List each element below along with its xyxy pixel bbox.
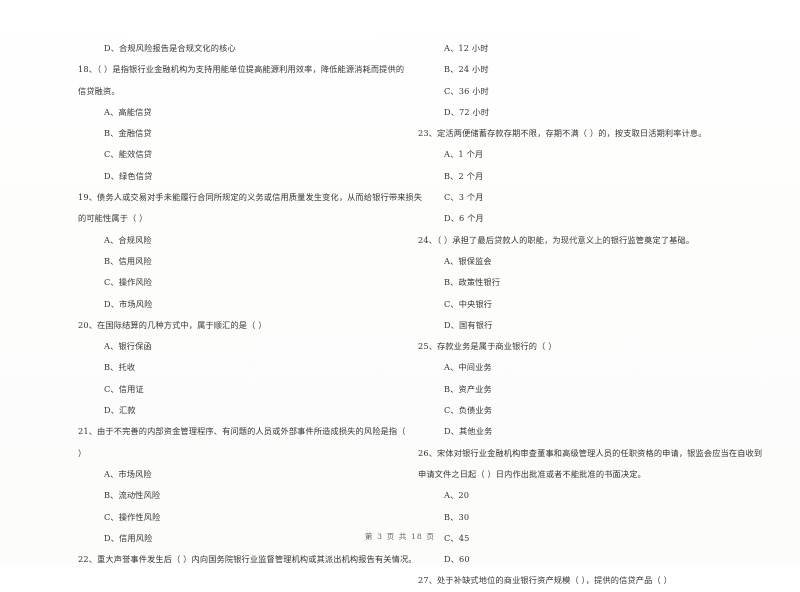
answer-option: C、3 个月	[444, 192, 484, 203]
right-text-column: A、12 小时 B、24 小时 C、36 小时 D、72 小时 23、定活两便储蓄存款存…	[418, 38, 763, 592]
answer-option: B、流动性风险	[104, 490, 161, 501]
answer-option: B、托收	[104, 362, 136, 373]
left-text-column: D、合规风险报告是合规文化的核心 18、（ ）是指银行业金融机构为支持用能单位提高…	[78, 38, 423, 570]
question-text-continuation: 申请文件之日起（ ）日内作出批准或者不能批准的书面决定。	[418, 468, 646, 479]
answer-option: B、30	[444, 511, 470, 522]
question-text: 22、重大声誉事件发生后（ ）内向国务院银行业监督管理机构或其派出机构报告有关情…	[78, 554, 417, 565]
question-text-continuation: 信贷融资。	[78, 85, 120, 96]
answer-option: D、60	[444, 554, 470, 565]
answer-option: D、其他业务	[444, 426, 493, 437]
answer-option: C、操作风险	[104, 277, 153, 288]
answer-option: C、36 小时	[444, 85, 489, 96]
answer-option: B、资产业务	[444, 383, 492, 394]
answer-option: D、绿色信贷	[104, 170, 153, 181]
answer-option: D、市场风险	[104, 298, 153, 309]
question-text: 21、由于不完善的内部资金管理程序、有问题的人员或外部事件所造成损失的风险是指（	[78, 426, 406, 437]
answer-option: B、2 个月	[444, 170, 484, 181]
question-text: 18、（ ）是指银行业金融机构为支持用能单位提高能源利用效率，降低能源消耗而提供…	[78, 64, 405, 75]
question-text: 24、（ ）承担了最后贷款人的职能，为现代意义上的银行监管奠定了基础。	[418, 234, 695, 245]
question-text: 23、定活两便储蓄存款存期不限，存期不满（ ）的，按支取日活期利率计息。	[418, 128, 707, 139]
answer-option: A、市场风险	[104, 468, 152, 479]
answer-option: A、20	[444, 490, 470, 501]
page-footer: 第 3 页 共 18 页	[364, 532, 436, 541]
question-text: 19、债务人或交易对手未能履行合同所规定的义务或信用质量发生变化，从而给银行带来…	[78, 192, 423, 203]
answer-option: C、能效信贷	[104, 149, 153, 160]
answer-option: D、72 小时	[444, 106, 490, 117]
answer-option: A、中间业务	[444, 362, 492, 373]
answer-option: A、12 小时	[444, 43, 489, 53]
answer-option: C、负债业务	[444, 405, 493, 416]
answer-option: C、信用证	[104, 383, 144, 394]
answer-option: B、政策性银行	[444, 277, 501, 288]
answer-option: D、汇款	[104, 405, 136, 416]
answer-option: D、合规风险报告是合规文化的核心	[104, 43, 236, 53]
answer-option: D、国有银行	[444, 319, 493, 330]
answer-option: A、1 个月	[444, 149, 484, 160]
answer-option: B、24 小时	[444, 64, 489, 75]
answer-option: C、中央银行	[444, 298, 493, 309]
answer-option: B、金融信贷	[104, 128, 152, 139]
question-text-continuation: ）	[78, 447, 87, 458]
answer-option: A、银保监会	[444, 255, 492, 266]
answer-option: C、操作性风险	[104, 511, 161, 522]
answer-option: A、银行保函	[104, 341, 152, 352]
answer-option: D、6 个月	[444, 213, 484, 224]
answer-option: A、高能信贷	[104, 106, 152, 117]
question-text: 25、存款业务是属于商业银行的（ ）	[418, 341, 557, 352]
answer-option: B、信用风险	[104, 255, 152, 266]
question-text: 27、处于补缺式地位的商业银行资产规模（ ），提供的信贷产品（ ）	[418, 575, 672, 586]
document-page: D、合规风险报告是合规文化的核心 18、（ ）是指银行业金融机构为支持用能单位提高…	[0, 0, 800, 585]
question-text: 20、在国际结算的几种方式中，属于顺汇的是（ ）	[78, 319, 267, 330]
question-text: 26、宋体对银行业金融机构审查董事和高级管理人员的任职资格的申请，银监会应当在自…	[418, 447, 763, 458]
answer-option: A、合规风险	[104, 234, 152, 245]
question-text-continuation: 的可能性属于（ ）	[78, 213, 148, 224]
